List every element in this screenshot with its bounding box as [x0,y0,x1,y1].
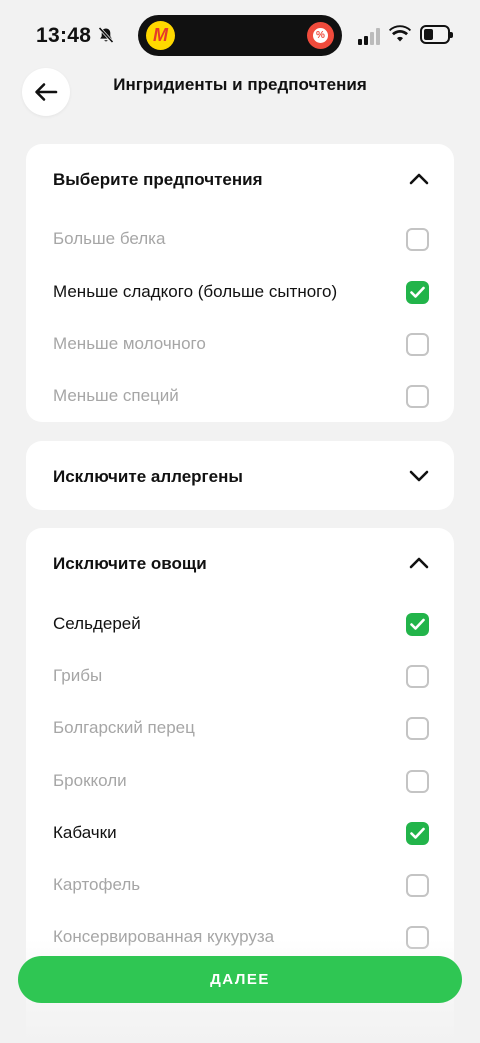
checkmark-icon [410,286,425,298]
option-label: Брокколи [53,771,127,790]
checkbox[interactable] [406,385,429,408]
chevron-up-icon [409,173,429,185]
option-label: Меньше молочного [53,334,206,353]
vegetables-section-title: Исключите овощи [53,554,207,573]
checkbox[interactable] [406,874,429,897]
option-label: Болгарский перец [53,718,195,737]
vegetables-section-header[interactable]: Исключите овощи [26,528,454,598]
status-time: 13:48 [36,24,92,47]
checkbox[interactable] [406,717,429,740]
option-label: Больше белка [53,229,166,248]
option-label: Меньше специй [53,386,179,405]
discount-icon: % [307,22,334,49]
checkmark-icon [410,827,425,839]
option-bell-pepper[interactable]: Болгарский перец [26,703,454,755]
allergens-card: Исключите аллергены [26,441,454,510]
bell-muted-icon [98,26,114,44]
next-button[interactable]: ДАЛЕЕ [18,956,462,1003]
option-mushrooms[interactable]: Грибы [26,651,454,703]
app-logo-icon: M [146,21,175,50]
wifi-icon [389,25,411,42]
preferences-section-title: Выберите предпочтения [53,170,263,189]
status-bar: 13:48 M % [0,0,480,70]
screen: 13:48 M % Ингридиенты и предпочтения Выб… [0,0,480,1043]
option-label: Меньше сладкого (больше сытного) [53,282,338,301]
checkbox-checked[interactable] [406,281,429,304]
option-broccoli[interactable]: Брокколи [26,756,454,808]
checkbox[interactable] [406,770,429,793]
checkmark-icon [410,618,425,630]
dynamic-island: M % [138,15,342,56]
option-label: Грибы [53,666,103,685]
checkbox[interactable] [406,665,429,688]
option-more-protein[interactable]: Больше белка [26,214,454,266]
checkbox-checked[interactable] [406,613,429,636]
option-label: Сельдерей [53,614,141,633]
checkbox-checked[interactable] [406,822,429,845]
option-less-spices[interactable]: Меньше специй [26,371,454,422]
chevron-down-icon [409,470,429,482]
option-potato[interactable]: Картофель [26,860,454,912]
preferences-section-header[interactable]: Выберите предпочтения [26,144,454,214]
allergens-section-header[interactable]: Исключите аллергены [26,441,454,510]
option-zucchini[interactable]: Кабачки [26,808,454,860]
option-label: Кабачки [53,823,117,842]
option-less-dairy[interactable]: Меньше молочного [26,319,454,371]
option-celery[interactable]: Сельдерей [26,599,454,651]
allergens-section-title: Исключите аллергены [53,467,243,486]
battery-icon [420,25,453,44]
cellular-signal-icon [358,27,382,45]
option-less-sweet[interactable]: Меньше сладкого (больше сытного) [26,267,454,319]
option-label: Картофель [53,875,141,894]
checkbox[interactable] [406,228,429,251]
page-title: Ингридиенты и предпочтения [113,75,367,94]
chevron-up-icon [409,557,429,569]
checkbox[interactable] [406,333,429,356]
preferences-card: Выберите предпочтения Больше белка Меньш… [26,144,454,422]
